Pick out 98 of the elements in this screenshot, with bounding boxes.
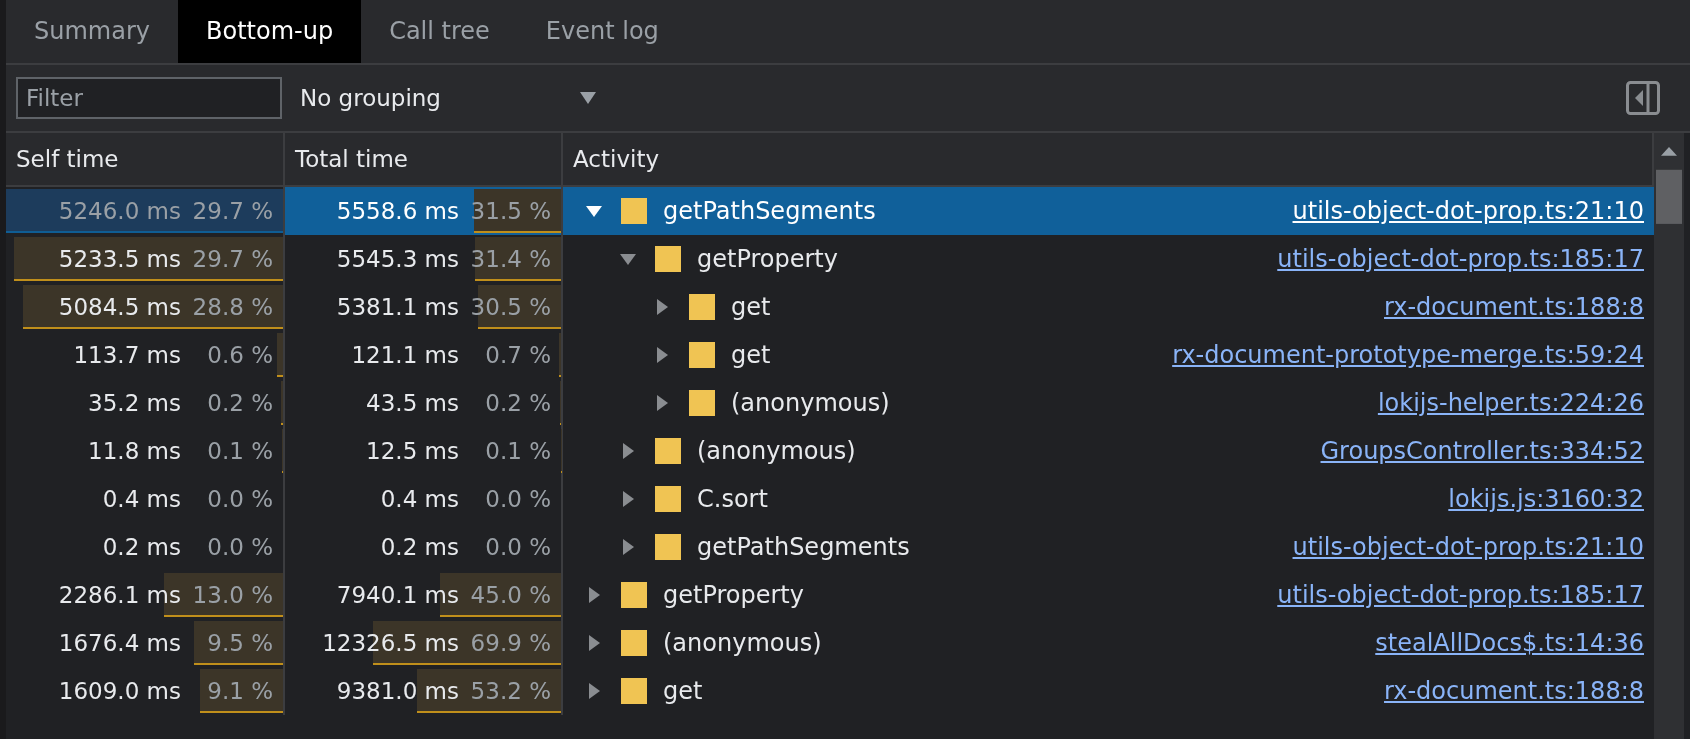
time-value: 1676.4 ms xyxy=(58,630,181,656)
percent-value: 28.8 % xyxy=(191,294,273,320)
table-row[interactable]: 1609.0 ms 9.1 % 9381.0 ms 53.2 % get rx-document.ts:188:8 xyxy=(6,667,1654,715)
table-row[interactable]: 1676.4 ms 9.5 % 12326.5 ms 69.9 % (anonymous) stealAllDocs$.ts:14:36 xyxy=(6,619,1654,667)
table-row[interactable]: 0.2 ms 0.0 % 0.2 ms 0.0 % getPathSegments utils-object-dot-prop.ts:21:10 xyxy=(6,523,1654,571)
category-swatch xyxy=(621,582,647,608)
source-link[interactable]: utils-object-dot-prop.ts:185:17 xyxy=(1277,581,1644,609)
percent-value: 0.2 % xyxy=(206,390,273,416)
column-header[interactable]: Total time xyxy=(295,146,408,172)
source-link[interactable]: stealAllDocs$.ts:14:36 xyxy=(1375,629,1644,657)
source-link[interactable]: utils-object-dot-prop.ts:185:17 xyxy=(1277,245,1644,273)
percent-value: 0.0 % xyxy=(206,486,273,512)
percent-value: 30.5 % xyxy=(469,294,551,320)
percent-value: 69.9 % xyxy=(469,630,551,656)
percent-value: 29.7 % xyxy=(191,246,273,272)
percent-value: 0.0 % xyxy=(206,534,273,560)
percent-value: 0.1 % xyxy=(206,438,273,464)
scrollbar[interactable] xyxy=(1654,133,1684,739)
activity-name: (anonymous) xyxy=(663,629,822,657)
activity-name: getProperty xyxy=(697,245,838,273)
percent-value: 31.4 % xyxy=(469,246,551,272)
activity-name: get xyxy=(731,341,771,369)
percent-value: 29.7 % xyxy=(191,198,273,224)
time-value: 12.5 ms xyxy=(366,438,459,464)
source-link[interactable]: lokijs-helper.ts:224:26 xyxy=(1377,389,1644,417)
category-swatch xyxy=(621,198,647,224)
source-link[interactable]: lokijs.js:3160:32 xyxy=(1448,485,1644,513)
tab[interactable]: Bottom-up xyxy=(178,0,362,63)
category-swatch xyxy=(621,630,647,656)
category-swatch xyxy=(655,246,681,272)
table-row[interactable]: 5084.5 ms 28.8 % 5381.1 ms 30.5 % get rx-document.ts:188:8 xyxy=(6,283,1654,331)
time-value: 5233.5 ms xyxy=(58,246,181,272)
time-value: 5545.3 ms xyxy=(336,246,459,272)
percent-value: 13.0 % xyxy=(191,582,273,608)
percent-value: 53.2 % xyxy=(469,678,551,704)
activity-name: get xyxy=(663,677,703,705)
time-value: 5381.1 ms xyxy=(336,294,459,320)
tab[interactable]: Summary xyxy=(6,0,178,63)
tab[interactable]: Event log xyxy=(517,0,687,63)
activity-name: getProperty xyxy=(663,581,804,609)
time-value: 2286.1 ms xyxy=(58,582,181,608)
percent-value: 9.1 % xyxy=(206,678,273,704)
time-value: 113.7 ms xyxy=(73,342,181,368)
time-value: 0.2 ms xyxy=(380,534,459,560)
category-swatch xyxy=(655,438,681,464)
time-value: 0.4 ms xyxy=(380,486,459,512)
time-value: 5084.5 ms xyxy=(58,294,181,320)
time-value: 35.2 ms xyxy=(88,390,181,416)
time-value: 7940.1 ms xyxy=(336,582,459,608)
source-link[interactable]: rx-document-prototype-merge.ts:59:24 xyxy=(1172,341,1644,369)
percent-value: 0.7 % xyxy=(484,342,551,368)
percent-value: 9.5 % xyxy=(206,630,273,656)
table-row[interactable]: 2286.1 ms 13.0 % 7940.1 ms 45.0 % getProperty utils-object-dot-prop.ts:185:17 xyxy=(6,571,1654,619)
time-value: 12326.5 ms xyxy=(322,630,459,656)
table-row[interactable]: 113.7 ms 0.6 % 121.1 ms 0.7 % get rx-document-prototype-merge.ts:59:24 xyxy=(6,331,1654,379)
time-value: 0.2 ms xyxy=(102,534,181,560)
time-value: 5246.0 ms xyxy=(58,198,181,224)
activity-name: get xyxy=(731,293,771,321)
category-swatch xyxy=(655,534,681,560)
category-swatch xyxy=(621,678,647,704)
category-swatch xyxy=(689,294,715,320)
filter-field[interactable]: Filter xyxy=(16,77,282,119)
source-link[interactable]: rx-document.ts:188:8 xyxy=(1384,677,1644,705)
time-value: 43.5 ms xyxy=(366,390,459,416)
time-value: 11.8 ms xyxy=(88,438,181,464)
tab[interactable]: Call tree xyxy=(361,0,518,63)
source-link[interactable]: rx-document.ts:188:8 xyxy=(1384,293,1644,321)
source-link[interactable]: utils-object-dot-prop.ts:21:10 xyxy=(1292,197,1644,225)
time-value: 0.4 ms xyxy=(102,486,181,512)
percent-value: 45.0 % xyxy=(469,582,551,608)
grouping-dropdown[interactable]: No grouping xyxy=(300,85,600,111)
time-value: 5558.6 ms xyxy=(336,198,459,224)
percent-value: 0.1 % xyxy=(484,438,551,464)
percent-value: 0.0 % xyxy=(484,486,551,512)
column-header[interactable]: Activity xyxy=(573,146,659,172)
caret-icon xyxy=(580,92,596,104)
percent-value: 0.6 % xyxy=(206,342,273,368)
percent-value: 0.0 % xyxy=(484,534,551,560)
time-value: 1609.0 ms xyxy=(58,678,181,704)
activity-name: C.sort xyxy=(697,485,768,513)
category-swatch xyxy=(689,342,715,368)
category-swatch xyxy=(689,390,715,416)
time-value: 9381.0 ms xyxy=(336,678,459,704)
activity-name: (anonymous) xyxy=(731,389,890,417)
activity-name: (anonymous) xyxy=(697,437,856,465)
table-row[interactable]: 35.2 ms 0.2 % 43.5 ms 0.2 % (anonymous) lokijs-helper.ts:224:26 xyxy=(6,379,1654,427)
source-link[interactable]: GroupsController.ts:334:52 xyxy=(1320,437,1644,465)
table-row[interactable]: 0.4 ms 0.0 % 0.4 ms 0.0 % C.sort lokijs.js:3160:32 xyxy=(6,475,1654,523)
activity-name: getPathSegments xyxy=(697,533,910,561)
category-swatch xyxy=(655,486,681,512)
table-row[interactable]: 5233.5 ms 29.7 % 5545.3 ms 31.4 % getProperty utils-object-dot-prop.ts:185:17 xyxy=(6,235,1654,283)
percent-value: 0.2 % xyxy=(484,390,551,416)
column-header[interactable]: Self time xyxy=(16,146,119,172)
table-row[interactable]: 11.8 ms 0.1 % 12.5 ms 0.1 % (anonymous) GroupsController.ts:334:52 xyxy=(6,427,1654,475)
activity-name: getPathSegments xyxy=(663,197,876,225)
source-link[interactable]: utils-object-dot-prop.ts:21:10 xyxy=(1292,533,1644,561)
sidebar-toggle-icon[interactable] xyxy=(1626,81,1660,115)
time-value: 121.1 ms xyxy=(351,342,459,368)
